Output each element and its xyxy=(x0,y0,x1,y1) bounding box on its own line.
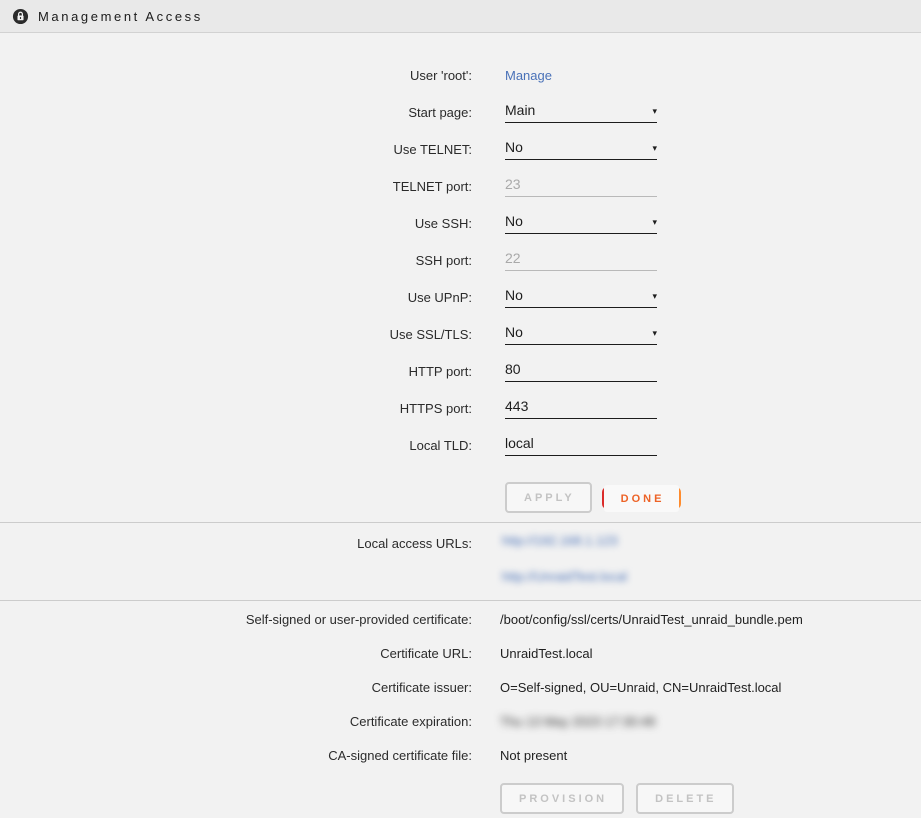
local-tld-input[interactable] xyxy=(505,435,657,456)
delete-button[interactable]: DELETE xyxy=(636,783,733,814)
cert-row-ca-file: CA-signed certificate file: Not present xyxy=(0,738,921,772)
form-row-local-tld: Local TLD: xyxy=(0,427,921,464)
field-label: Start page: xyxy=(0,105,472,120)
cert-row-expiration: Certificate expiration: Thu 13 May 2023 … xyxy=(0,704,921,738)
selected-value: No xyxy=(505,139,523,155)
cert-issuer-value: O=Self-signed, OU=Unraid, CN=UnraidTest.… xyxy=(500,680,921,695)
cert-row-issuer: Certificate issuer: O=Self-signed, OU=Un… xyxy=(0,670,921,704)
field-label: TELNET port: xyxy=(0,179,472,194)
form-row-start-page: Start page: Main ▾ xyxy=(0,94,921,131)
use-ssh-select[interactable]: No ▾ xyxy=(505,213,657,234)
form-row-use-upnp: Use UPnP: No ▾ xyxy=(0,279,921,316)
certificate-section: Self-signed or user-provided certificate… xyxy=(0,601,921,814)
chevron-down-icon: ▾ xyxy=(652,292,657,303)
cert-row-bundle: Self-signed or user-provided certificate… xyxy=(0,602,921,636)
field-label: Certificate issuer: xyxy=(0,680,472,695)
field-label: HTTPS port: xyxy=(0,401,472,416)
field-label: Local TLD: xyxy=(0,438,472,453)
form-actions-row: APPLY DONE xyxy=(0,482,921,513)
apply-button[interactable]: APPLY xyxy=(505,482,592,513)
local-access-label: Local access URLs: xyxy=(0,533,472,551)
chevron-down-icon: ▾ xyxy=(652,144,657,155)
form-row-ssh-port: SSH port: xyxy=(0,242,921,279)
manage-root-link[interactable]: Manage xyxy=(505,68,552,83)
field-label: Use TELNET: xyxy=(0,142,472,157)
start-page-select[interactable]: Main ▾ xyxy=(505,102,657,123)
ca-cert-file-value: Not present xyxy=(500,748,921,763)
cert-url-value: UnraidTest.local xyxy=(500,646,921,661)
form-row-use-ssl: Use SSL/TLS: No ▾ xyxy=(0,316,921,353)
selected-value: Main xyxy=(505,102,535,118)
chevron-down-icon: ▾ xyxy=(652,329,657,340)
cert-expiration-value: Thu 13 May 2023 17:30:48 xyxy=(500,714,655,729)
page-title: Management Access xyxy=(38,9,203,24)
http-port-input[interactable] xyxy=(505,361,657,382)
provision-button[interactable]: PROVISION xyxy=(500,783,624,814)
local-access-url-hostname[interactable]: http://UnraidTest.local xyxy=(502,569,627,584)
field-label: Certificate expiration: xyxy=(0,714,472,729)
cert-bundle-path: /boot/config/ssl/certs/UnraidTest_unraid… xyxy=(500,612,921,627)
field-label: Use SSH: xyxy=(0,216,472,231)
field-label: Certificate URL: xyxy=(0,646,472,661)
field-label: User 'root': xyxy=(0,68,472,83)
lock-icon xyxy=(12,8,29,25)
form-row-http-port: HTTP port: xyxy=(0,353,921,390)
field-label: SSH port: xyxy=(0,253,472,268)
form-row-https-port: HTTPS port: xyxy=(0,390,921,427)
field-label: Use UPnP: xyxy=(0,290,472,305)
page-header: Management Access xyxy=(0,0,921,33)
form-row-use-telnet: Use TELNET: No ▾ xyxy=(0,131,921,168)
done-button-label: DONE xyxy=(604,485,680,512)
cert-row-url: Certificate URL: UnraidTest.local xyxy=(0,636,921,670)
selected-value: No xyxy=(505,287,523,303)
field-label: HTTP port: xyxy=(0,364,472,379)
telnet-port-input xyxy=(505,176,657,197)
use-ssl-tls-select[interactable]: No ▾ xyxy=(505,324,657,345)
field-label: Self-signed or user-provided certificate… xyxy=(0,612,472,627)
selected-value: No xyxy=(505,324,523,340)
form-row-user-root: User 'root': Manage xyxy=(0,57,921,94)
field-label: CA-signed certificate file: xyxy=(0,748,472,763)
use-upnp-select[interactable]: No ▾ xyxy=(505,287,657,308)
https-port-input[interactable] xyxy=(505,398,657,419)
certificate-actions-row: PROVISION DELETE xyxy=(0,783,921,814)
local-access-url-ip[interactable]: http://192.168.1.123 xyxy=(502,533,618,548)
local-access-section: Local access URLs: http://192.168.1.123 … xyxy=(0,523,921,601)
chevron-down-icon: ▾ xyxy=(652,107,657,118)
form-row-telnet-port: TELNET port: xyxy=(0,168,921,205)
management-access-form: User 'root': Manage Start page: Main ▾ U… xyxy=(0,33,921,523)
done-button[interactable]: DONE xyxy=(602,487,682,509)
form-row-use-ssh: Use SSH: No ▾ xyxy=(0,205,921,242)
field-label: Use SSL/TLS: xyxy=(0,327,472,342)
selected-value: No xyxy=(505,213,523,229)
use-telnet-select[interactable]: No ▾ xyxy=(505,139,657,160)
ssh-port-input xyxy=(505,250,657,271)
chevron-down-icon: ▾ xyxy=(652,218,657,229)
